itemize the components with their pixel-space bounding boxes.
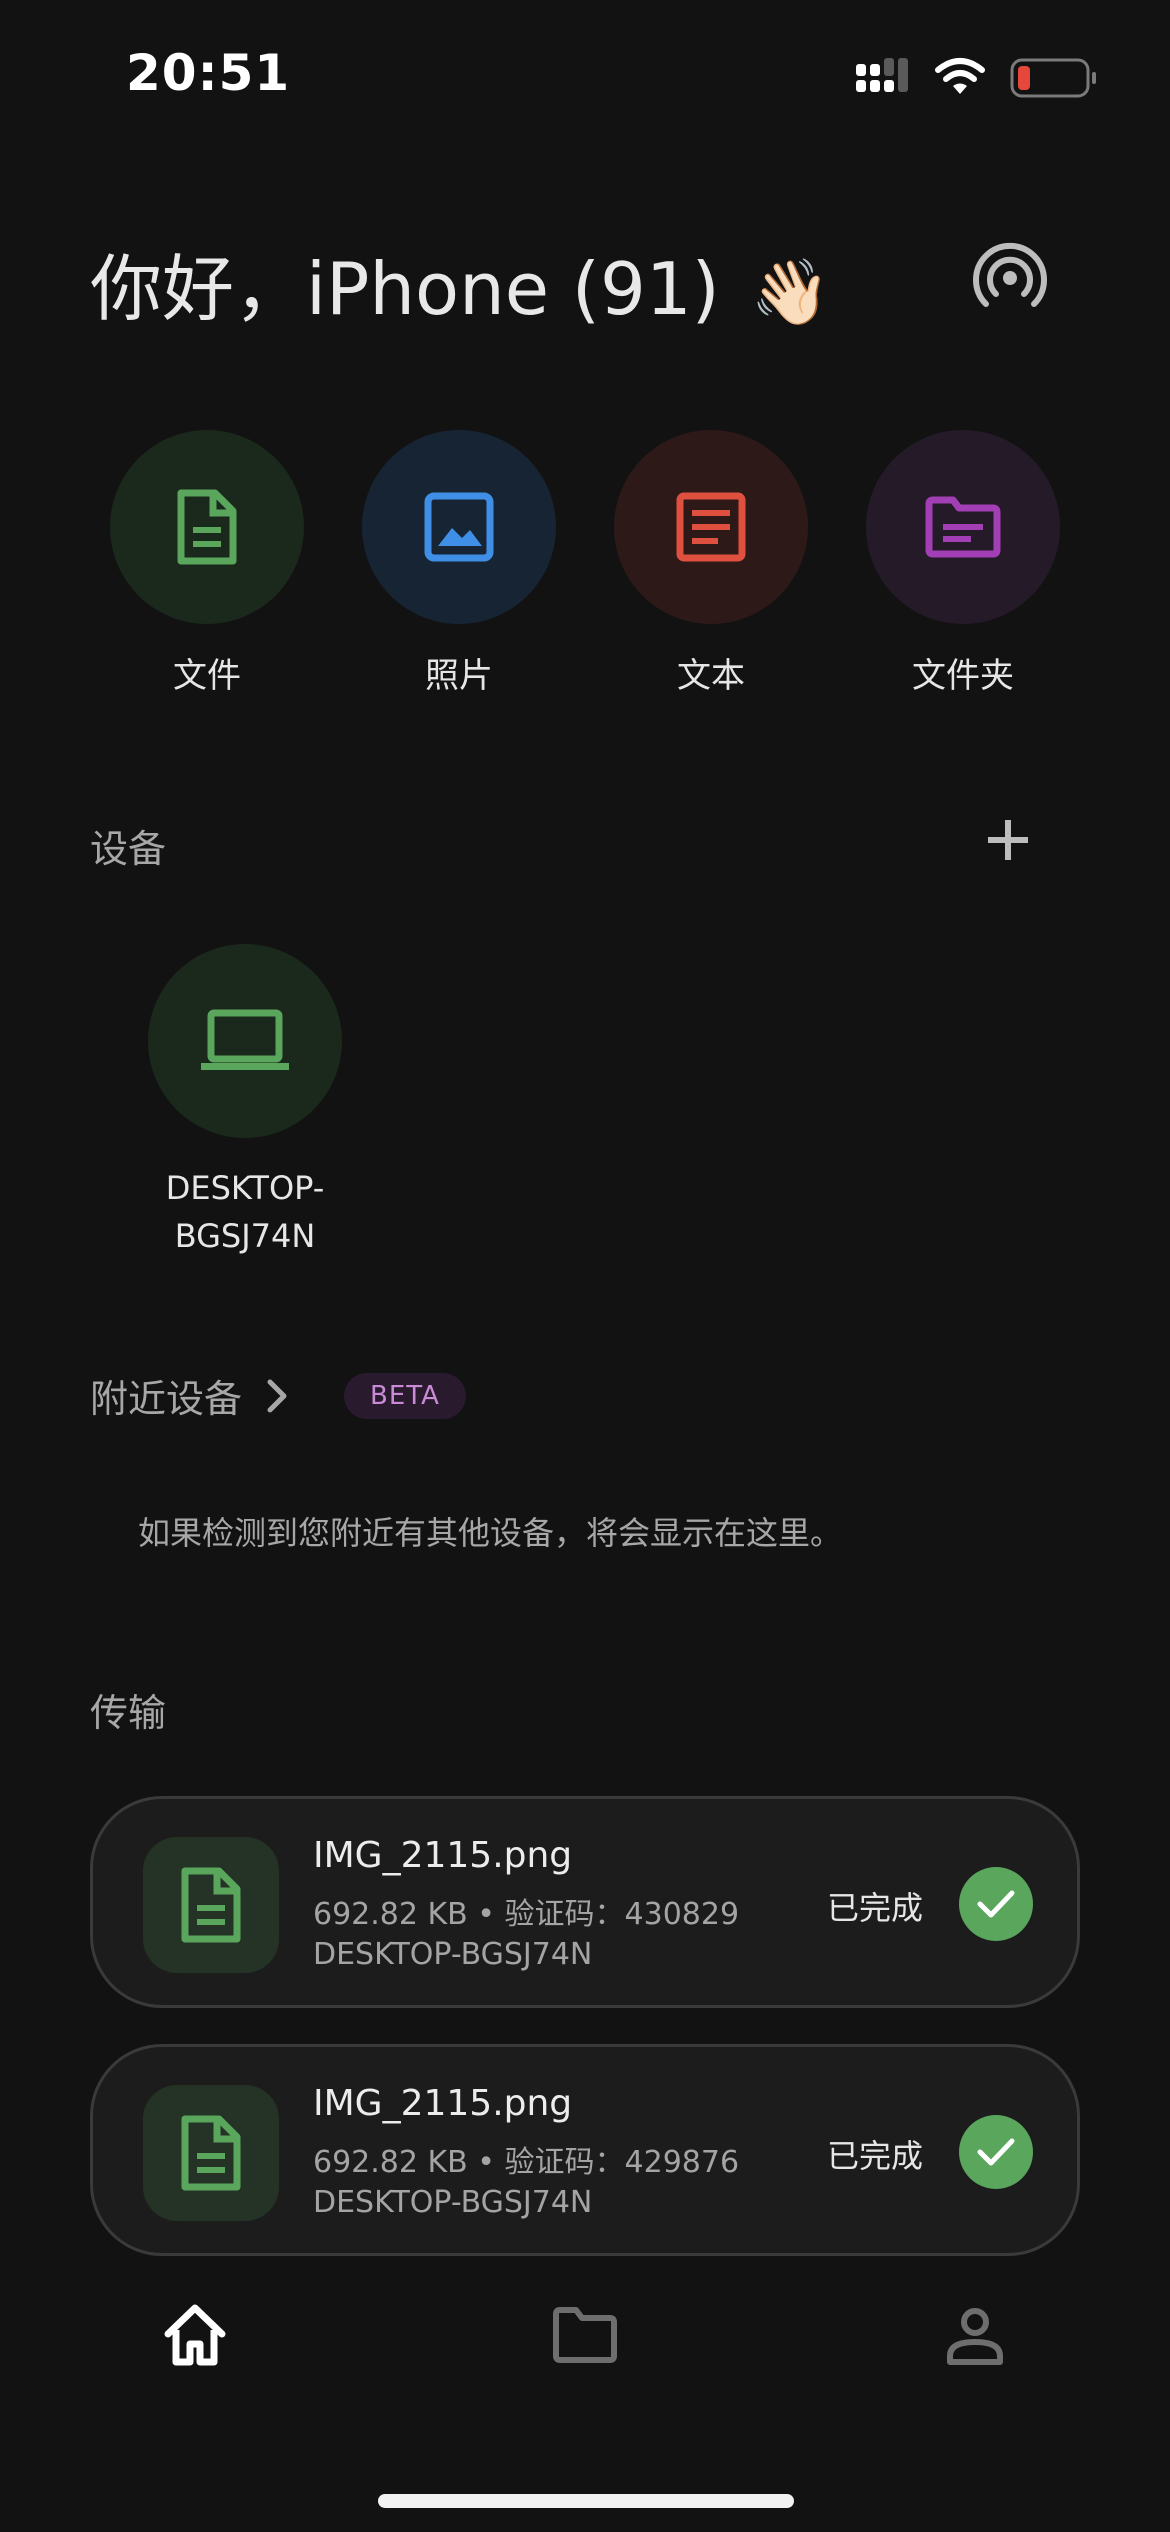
folder-icon[interactable] xyxy=(550,2300,620,2370)
send-text-label: 文本 xyxy=(677,656,745,696)
device-item[interactable]: DESKTOP- BGSJ74N xyxy=(120,944,370,1260)
device-name: DESKTOP- BGSJ74N xyxy=(120,1164,370,1260)
broadcast-icon[interactable] xyxy=(970,236,1050,316)
wave-emoji: 👋🏻 xyxy=(750,256,831,330)
transfer-status: 已完成 xyxy=(827,1889,924,1927)
devices-section-title: 设备 xyxy=(90,827,167,871)
greeting-text: 你好，iPhone (91) xyxy=(90,247,720,331)
send-photo-circle xyxy=(362,430,556,624)
image-icon xyxy=(424,492,494,562)
home-icon[interactable] xyxy=(160,2300,230,2370)
transfer-meta: 692.82 KB • 验证码：430829 DESKTOP-BGSJ74N xyxy=(313,1895,739,1975)
folder-icon xyxy=(925,496,1001,558)
battery-icon xyxy=(1010,58,1096,98)
send-text-circle xyxy=(614,430,808,624)
nearby-section-title: 附近设备 xyxy=(90,1377,243,1421)
send-file-button[interactable]: 文件 xyxy=(110,430,304,697)
check-icon xyxy=(959,1867,1033,1941)
plus-icon[interactable] xyxy=(980,812,1036,868)
wifi-icon xyxy=(935,58,985,94)
transfer-device: DESKTOP-BGSJ74N xyxy=(313,2185,593,2220)
nearby-hint-text: 如果检测到您附近有其他设备，将会显示在这里。 xyxy=(138,1514,843,1552)
transfer-meta: 692.82 KB • 验证码：429876 DESKTOP-BGSJ74N xyxy=(313,2143,739,2223)
send-photo-button[interactable]: 照片 xyxy=(362,430,556,697)
transfer-status: 已完成 xyxy=(827,2137,924,2175)
transfer-item[interactable]: IMG_2115.png 692.82 KB • 验证码：430829 DESK… xyxy=(90,1796,1080,2008)
transfers-section-title: 传输 xyxy=(90,1691,167,1735)
person-icon[interactable] xyxy=(940,2300,1010,2370)
transfer-filename: IMG_2115.png xyxy=(313,1835,573,1876)
status-icons xyxy=(856,58,1096,98)
home-indicator xyxy=(378,2494,794,2508)
chevron-right-icon xyxy=(267,1379,287,1412)
file-icon xyxy=(181,1867,241,1943)
nearby-devices-link[interactable]: 附近设备 BETA xyxy=(90,1368,466,1423)
device-circle xyxy=(148,944,342,1138)
send-file-label: 文件 xyxy=(173,656,241,696)
check-icon xyxy=(959,2115,1033,2189)
send-folder-button[interactable]: 文件夹 xyxy=(866,430,1060,697)
transfer-filename: IMG_2115.png xyxy=(313,2083,573,2124)
beta-badge: BETA xyxy=(344,1372,466,1419)
transfer-item[interactable]: IMG_2115.png 692.82 KB • 验证码：429876 DESK… xyxy=(90,2044,1080,2256)
transfer-file-icon-box xyxy=(143,1837,279,1973)
laptop-icon xyxy=(201,1009,289,1070)
send-file-circle xyxy=(110,430,304,624)
greeting-title: 你好，iPhone (91) 👋🏻 xyxy=(90,230,830,335)
text-icon xyxy=(676,492,746,562)
transfer-device: DESKTOP-BGSJ74N xyxy=(313,1937,593,1972)
device-name-line2: BGSJ74N xyxy=(174,1217,316,1255)
transfer-file-icon-box xyxy=(143,2085,279,2221)
device-name-line1: DESKTOP- xyxy=(165,1169,325,1207)
send-folder-circle xyxy=(866,430,1060,624)
status-time: 20:51 xyxy=(126,44,291,102)
send-folder-label: 文件夹 xyxy=(912,656,1014,696)
signal-icon xyxy=(856,58,908,92)
file-icon xyxy=(181,2115,241,2191)
send-text-button[interactable]: 文本 xyxy=(614,430,808,697)
file-icon xyxy=(177,489,237,565)
transfer-details: 692.82 KB • 验证码：429876 xyxy=(313,2145,740,2180)
transfer-details: 692.82 KB • 验证码：430829 xyxy=(313,1897,740,1932)
send-photo-label: 照片 xyxy=(425,656,493,696)
